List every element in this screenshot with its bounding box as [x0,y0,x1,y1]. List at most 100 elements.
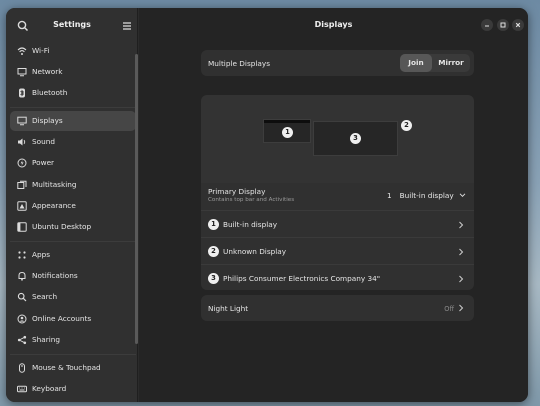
settings-window: Settings Wi-Fi Network Bluetooth Display… [6,8,528,402]
multiple-displays-label: Multiple Displays [208,59,271,68]
appearance-icon [17,201,27,211]
sidebar-item-mouse-touchpad[interactable]: Mouse & Touchpad [10,358,136,378]
display-row[interactable]: 2 Unknown Display [201,237,474,264]
sidebar-item-label: Wi-Fi [32,46,50,55]
sidebar: Settings Wi-Fi Network Bluetooth Display… [6,8,138,402]
sidebar-item-ubuntu-desktop[interactable]: Ubuntu Desktop [10,217,136,237]
sidebar-item-bluetooth[interactable]: Bluetooth [10,83,136,103]
ubuntu-desktop-icon [17,222,27,232]
sidebar-item-search[interactable]: Search [10,287,136,307]
display-name: Philips Consumer Electronics Company 34" [223,274,381,283]
sidebar-item-wifi[interactable]: Wi-Fi [10,41,136,61]
primary-display-subtitle: Contains top bar and Activities [208,197,295,203]
minimize-button[interactable] [481,19,493,31]
primary-display-value: Built-in display [399,191,454,200]
sidebar-item-label: Bluetooth [32,88,68,97]
sidebar-divider [10,354,136,355]
display-list: Primary Display Contains top bar and Act… [201,183,474,290]
sidebar-item-label: Online Accounts [32,314,92,323]
sidebar-item-power[interactable]: Power [10,153,136,173]
sidebar-item-sound[interactable]: Sound [10,132,136,152]
primary-display-number: 1 [386,191,392,200]
monitor-2-badge[interactable]: 2 [401,120,412,131]
sidebar-item-label: Notifications [32,271,78,280]
sidebar-item-notifications[interactable]: Notifications [10,266,136,286]
primary-display-row[interactable]: Primary Display Contains top bar and Act… [201,183,474,210]
sidebar-item-label: Sharing [32,335,61,344]
display-row[interactable]: 3 Philips Consumer Electronics Company 3… [201,264,474,290]
display-number-badge: 2 [208,246,219,257]
multiple-displays-row: Multiple Displays Join Mirror [201,50,474,76]
keyboard-icon [17,384,27,394]
close-button[interactable] [512,19,524,31]
chevron-right-icon [458,304,464,312]
display-number-badge: 3 [208,273,219,284]
display-number-badge: 1 [208,219,219,230]
sidebar-item-label: Power [32,158,55,167]
online-accounts-icon [17,314,27,324]
close-icon [515,22,521,28]
sidebar-item-label: Multitasking [32,180,77,189]
apps-icon [17,250,27,260]
search-icon [17,292,27,302]
minimize-icon [485,25,489,27]
menu-icon[interactable] [120,19,134,33]
main-pane: Displays Multiple Displays Join Mirror 1 [139,8,528,402]
sidebar-item-label: Apps [32,250,51,259]
network-icon [17,67,27,77]
primary-display-title: Primary Display [208,187,266,196]
sidebar-item-displays[interactable]: Displays [10,111,136,131]
bluetooth-icon [17,88,27,98]
sidebar-item-apps[interactable]: Apps [10,245,136,265]
top-bar-indicator [264,120,310,123]
maximize-icon [500,22,506,28]
display-icon [17,116,27,126]
sidebar-item-network[interactable]: Network [10,62,136,82]
join-button[interactable]: Join [400,54,432,72]
sidebar-item-sharing[interactable]: Sharing [10,330,136,350]
sharing-icon [17,335,27,345]
sidebar-item-label: Mouse & Touchpad [32,363,101,372]
sidebar-item-label: Displays [32,116,63,125]
mouse-icon [17,363,27,373]
night-light-label: Night Light [208,304,249,313]
sidebar-item-label: Appearance [32,201,76,210]
page-title: Displays [314,20,353,29]
chevron-right-icon [458,221,464,229]
display-arrangement[interactable]: 1 3 2 [201,95,474,183]
display-mode-toggle: Join Mirror [400,54,470,72]
sidebar-item-label: Sound [32,137,55,146]
display-name: Unknown Display [223,247,287,256]
monitor-3-badge: 3 [350,133,361,144]
sidebar-header: Settings [6,8,138,44]
sidebar-item-appearance[interactable]: Appearance [10,196,136,216]
power-icon [17,158,27,168]
chevron-right-icon [458,248,464,256]
sound-icon [17,137,27,147]
sidebar-item-online-accounts[interactable]: Online Accounts [10,309,136,329]
sidebar-item-label: Ubuntu Desktop [32,222,92,231]
display-name: Built-in display [223,220,278,229]
sidebar-item-label: Search [32,292,58,301]
display-row[interactable]: 1 Built-in display [201,210,474,237]
monitor-1[interactable]: 1 [263,119,311,143]
primary-display-select[interactable]: 1 Built-in display [387,191,466,200]
monitor-1-badge: 1 [282,127,293,138]
multitasking-icon [17,180,27,190]
monitor-3[interactable]: 3 [313,121,398,156]
mirror-button[interactable]: Mirror [432,54,470,72]
maximize-button[interactable] [497,19,509,31]
sidebar-item-multitasking[interactable]: Multitasking [10,175,136,195]
sidebar-divider [10,107,136,108]
chevron-right-icon [458,275,464,283]
chevron-down-icon [459,193,466,197]
sidebar-item-label: Keyboard [32,384,67,393]
night-light-status: Off [444,305,454,313]
sidebar-item-keyboard[interactable]: Keyboard [10,379,136,399]
notifications-icon [17,271,27,281]
night-light-row[interactable]: Night Light Off [201,295,474,321]
sidebar-divider [10,241,136,242]
sidebar-scrollbar[interactable] [135,54,138,344]
sidebar-item-label: Network [32,67,63,76]
sidebar-title: Settings [53,20,91,29]
